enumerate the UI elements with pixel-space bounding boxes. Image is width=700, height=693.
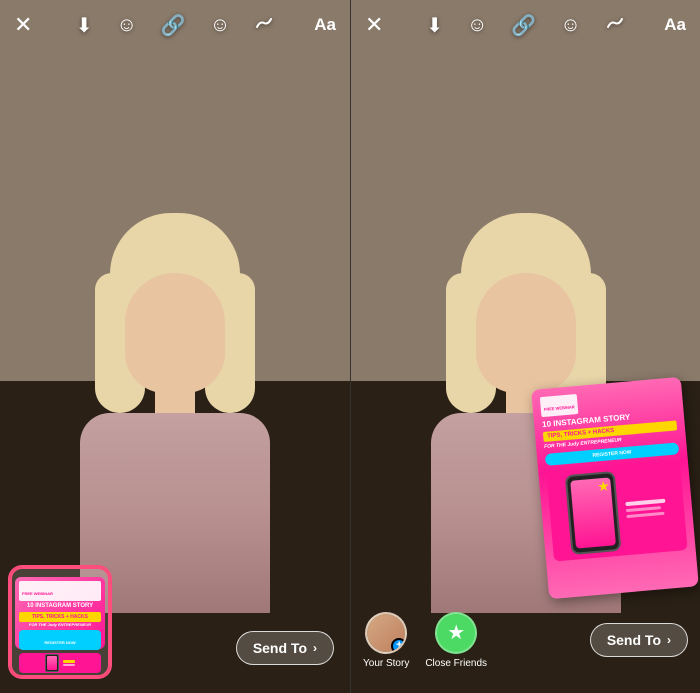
link-icon[interactable]: 🔗: [161, 13, 186, 38]
star-badge: ★: [597, 477, 611, 495]
send-to-arrow: ›: [313, 641, 317, 655]
book-phone-area: ★: [546, 460, 687, 561]
face-right: [476, 273, 576, 393]
link-icon-right[interactable]: 🔗: [511, 13, 536, 38]
send-to-arrow-right: ›: [667, 633, 671, 647]
draw-icon[interactable]: [254, 13, 274, 38]
your-story-option[interactable]: + Your Story: [363, 612, 409, 669]
close-friends-label: Close Friends: [425, 658, 487, 669]
draw-icon-right[interactable]: [605, 13, 625, 38]
left-panel: ✕ ⬇ ☺ 🔗 ☺ Aa FREE WEBINAR 10 INSTAGRAM S…: [0, 0, 350, 693]
sticker-tray[interactable]: FREE WEBINAR 10 INSTAGRAM STORY TIPS, TR…: [10, 567, 110, 677]
phone-shape: [565, 471, 622, 555]
download-icon[interactable]: ⬇: [76, 13, 93, 38]
download-icon-right[interactable]: ⬇: [426, 13, 443, 38]
story-bar: + Your Story ★ Close Friends Send To ›: [351, 603, 700, 693]
text-tool-icon[interactable]: Aa: [314, 15, 336, 35]
close-icon[interactable]: ✕: [14, 12, 32, 38]
your-story-avatar: +: [365, 612, 407, 654]
sticker-preview: FREE WEBINAR 10 INSTAGRAM STORY TIPS, TR…: [15, 577, 105, 649]
sticker-face-icon[interactable]: ☺: [210, 14, 230, 37]
sticker-title: 10 INSTAGRAM STORY: [19, 603, 101, 610]
close-friends-option[interactable]: ★ Close Friends: [425, 612, 487, 669]
book-register: REGISTER NOW: [551, 445, 673, 462]
your-story-label: Your Story: [363, 658, 409, 669]
send-to-button-right[interactable]: Send To ›: [590, 623, 688, 657]
close-icon-right[interactable]: ✕: [365, 12, 383, 38]
right-toolbar: ✕ ⬇ ☺ 🔗 ☺ Aa: [351, 0, 700, 50]
sticker-for: FOR THE Judy ENTREPRENEUR: [19, 623, 101, 628]
sticker-subtitle: TIPS, TRICKS + HACKS: [21, 614, 99, 620]
right-panel: ✕ ⬇ ☺ 🔗 ☺ Aa FREE WEBINAR 10 INSTAGRAM S…: [350, 0, 700, 693]
emoji-icon-right[interactable]: ☺: [467, 14, 487, 37]
sticker-face-icon-right[interactable]: ☺: [560, 14, 580, 37]
send-to-button[interactable]: Send To ›: [236, 631, 334, 665]
text-tool-icon-right[interactable]: Aa: [664, 15, 686, 35]
send-to-area: Send To ›: [236, 631, 334, 665]
sticker-register: REGISTER NOW: [44, 640, 75, 645]
close-friends-avatar: ★: [435, 612, 477, 654]
send-to-label-right: Send To: [607, 632, 661, 648]
send-to-label: Send To: [253, 640, 307, 656]
face: [125, 273, 225, 393]
emoji-icon[interactable]: ☺: [117, 14, 137, 37]
left-toolbar: ✕ ⬇ ☺ 🔗 ☺ Aa: [0, 0, 350, 50]
book-sticker[interactable]: FREE WEBINAR 10 INSTAGRAM STORY TIPS, TR…: [531, 377, 699, 599]
star-icon: ★: [447, 620, 465, 645]
